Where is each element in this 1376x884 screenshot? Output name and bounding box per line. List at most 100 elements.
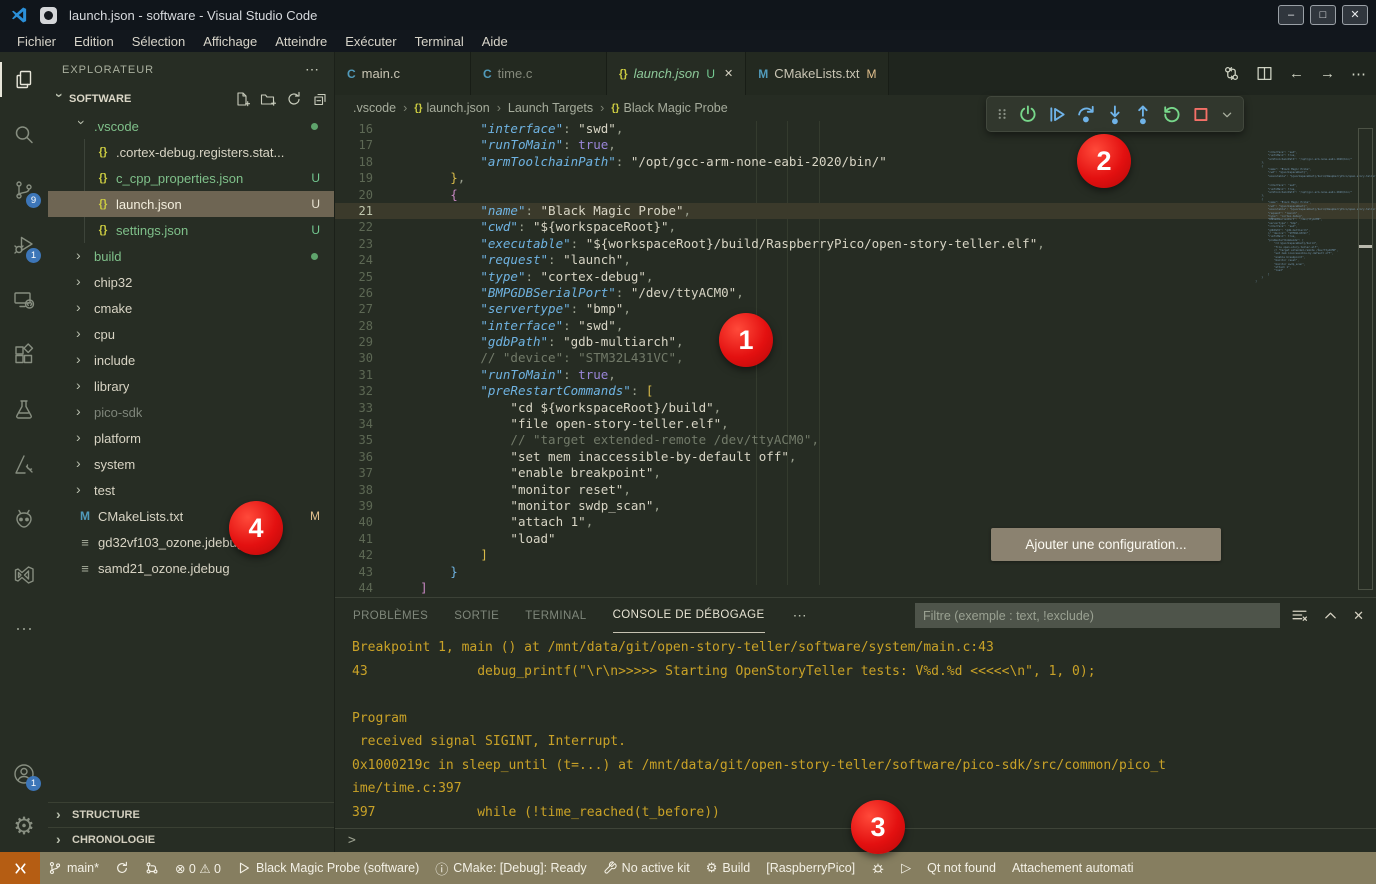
code-line-44[interactable]: 44 ] [335, 580, 1376, 596]
navigate-back-icon[interactable]: ← [1289, 65, 1304, 82]
debug-filter-input[interactable] [915, 603, 1280, 628]
section-software[interactable]: › SOFTWARE [48, 87, 334, 111]
step-over-button[interactable] [1076, 104, 1096, 125]
explorer-item-c_cpp_properties.json[interactable]: {}c_cpp_properties.jsonU [48, 165, 334, 191]
code-line-38[interactable]: 38 "monitor reset", [335, 482, 1376, 498]
more-views-icon[interactable]: ⋯ [0, 602, 48, 657]
test-beaker-icon[interactable] [0, 382, 48, 437]
explorer-item-settings.json[interactable]: {}settings.jsonU [48, 217, 334, 243]
code-line-36[interactable]: 36 "set mem inaccessible-by-default off"… [335, 449, 1376, 465]
code-line-43[interactable]: 43 } [335, 564, 1376, 580]
tab-launch.json[interactable]: {}launch.jsonU✕ [607, 52, 746, 95]
new-file-icon[interactable] [234, 91, 250, 107]
add-configuration-button[interactable]: Ajouter une configuration... [991, 528, 1221, 561]
code-line-35[interactable]: 35 // "target extended-remote /dev/ttyAC… [335, 432, 1376, 448]
explorer-item-.vscode[interactable]: ›.vscode [48, 113, 334, 139]
code-line-29[interactable]: 29 "gdbPath": "gdb-multiarch", [335, 334, 1376, 350]
code-line-30[interactable]: 30 // "device": "STM32L431VC", [335, 350, 1376, 366]
code-line-27[interactable]: 27 "servertype": "bmp", [335, 301, 1376, 317]
tab-time.c[interactable]: Ctime.c [471, 52, 607, 95]
status-git-graph[interactable] [137, 852, 167, 884]
clear-console-icon[interactable] [1291, 607, 1308, 624]
code-line-23[interactable]: 23 "executable": "${workspaceRoot}/build… [335, 236, 1376, 252]
close-icon[interactable]: ✕ [724, 67, 733, 80]
code-line-26[interactable]: 26 "BMPGDBSerialPort": "/dev/ttyACM0", [335, 285, 1376, 301]
code-line-24[interactable]: 24 "request": "launch", [335, 252, 1376, 268]
code-line-25[interactable]: 25 "type": "cortex-debug", [335, 269, 1376, 285]
source-control-icon[interactable]: 9 [0, 162, 48, 217]
code-line-19[interactable]: 19 }, [335, 170, 1376, 186]
refresh-icon[interactable] [286, 91, 302, 107]
editor-scrollbar[interactable] [1358, 128, 1373, 590]
code-line-18[interactable]: 18 "armToolchainPath": "/opt/gcc-arm-non… [335, 154, 1376, 170]
maximize-panel-icon[interactable] [1323, 608, 1338, 623]
status-build[interactable]: ⚙Build [698, 852, 758, 884]
debug-console-output[interactable]: Breakpoint 1, main () at /mnt/data/git/o… [335, 636, 1376, 824]
code-line-32[interactable]: 32 "preRestartCommands": [ [335, 383, 1376, 399]
breadcrumb-config[interactable]: Black Magic Probe [623, 101, 727, 115]
chevron-down-icon[interactable] [1220, 107, 1234, 122]
code-line-33[interactable]: 33 "cd ${workspaceRoot}/build", [335, 400, 1376, 416]
status-variant[interactable]: [RaspberryPico] [758, 852, 863, 884]
new-folder-icon[interactable] [260, 91, 276, 107]
step-into-button[interactable] [1105, 104, 1125, 125]
extensions-icon[interactable] [0, 327, 48, 382]
explorer-item-include[interactable]: ›include [48, 347, 334, 373]
menu-item-aide[interactable]: Aide [473, 34, 517, 49]
panel-tab-CONSOLE DE DÉBOGAGE[interactable]: CONSOLE DE DÉBOGAGE [613, 598, 765, 633]
explorer-item-library[interactable]: ›library [48, 373, 334, 399]
close-panel-icon[interactable]: ✕ [1353, 608, 1364, 624]
alien-debugger-icon[interactable] [0, 492, 48, 547]
section-chronologie[interactable]: ›CHRONOLOGIE [48, 827, 334, 852]
code-line-39[interactable]: 39 "monitor swdp_scan", [335, 498, 1376, 514]
status-bug[interactable] [863, 852, 893, 884]
explorer-item-platform[interactable]: ›platform [48, 425, 334, 451]
vs-logo-icon[interactable] [0, 547, 48, 602]
search-icon[interactable] [0, 107, 48, 162]
power-button[interactable] [1018, 104, 1038, 125]
minimize-button[interactable]: – [1278, 5, 1304, 25]
menu-item-affichage[interactable]: Affichage [194, 34, 266, 49]
section-structure[interactable]: ›STRUCTURE [48, 802, 334, 827]
panel-tab-TERMINAL[interactable]: TERMINAL [525, 598, 586, 633]
code-line-28[interactable]: 28 "interface": "swd", [335, 318, 1376, 334]
explorer-item-test[interactable]: ›test [48, 477, 334, 503]
status-remote[interactable] [0, 852, 40, 884]
status-problems[interactable]: ⊗ 0 ⚠ 0 [167, 852, 229, 884]
step-out-button[interactable] [1133, 104, 1153, 125]
run-debug-icon[interactable]: 1 [0, 217, 48, 272]
status-qt[interactable]: Qt not found [919, 852, 1004, 884]
explorer-item-cpu[interactable]: ›cpu [48, 321, 334, 347]
menu-item-atteindre[interactable]: Atteindre [266, 34, 336, 49]
open-changes-icon[interactable] [1223, 65, 1240, 82]
explorer-item-launch.json[interactable]: {}launch.jsonU [48, 191, 334, 217]
status-cmake-status[interactable]: ⓘCMake: [Debug]: Ready [427, 852, 594, 884]
tab-CMakeLists.txt[interactable]: MCMakeLists.txtM [746, 52, 889, 95]
maximize-button[interactable]: □ [1310, 5, 1336, 25]
status-launch[interactable]: ▷ [893, 852, 919, 884]
account-icon[interactable]: 1 [0, 748, 48, 800]
cmake-tools-icon[interactable] [0, 437, 48, 492]
settings-gear-icon[interactable]: ⚙ [0, 800, 48, 852]
breadcrumb-symbol[interactable]: Launch Targets [508, 101, 593, 115]
explorer-item-cmake[interactable]: ›cmake [48, 295, 334, 321]
status-kit[interactable]: No active kit [595, 852, 698, 884]
breadcrumb-file[interactable]: launch.json [426, 101, 489, 115]
explorer-item-CMakeLists.txt[interactable]: MCMakeLists.txtM [48, 503, 334, 529]
status-sync[interactable] [107, 852, 137, 884]
menu-item-terminal[interactable]: Terminal [406, 34, 473, 49]
continue-button[interactable] [1047, 104, 1067, 125]
panel-tab-SORTIE[interactable]: SORTIE [454, 598, 499, 633]
status-auto-attach[interactable]: Attachement automati [1004, 852, 1142, 884]
code-line-31[interactable]: 31 "runToMain": true, [335, 367, 1376, 383]
collapse-all-icon[interactable] [312, 91, 328, 107]
panel-tab-PROBLÈMES[interactable]: PROBLÈMES [353, 598, 428, 633]
explorer-more-icon[interactable]: ⋯ [305, 61, 320, 78]
breadcrumb-folder[interactable]: .vscode [353, 101, 396, 115]
editor-more-actions-icon[interactable]: ⋯ [1351, 65, 1366, 83]
code-line-21[interactable]: 21 "name": "Black Magic Probe", [335, 203, 1376, 219]
explorer-item-pico-sdk[interactable]: ›pico-sdk [48, 399, 334, 425]
code-line-20[interactable]: 20 { [335, 187, 1376, 203]
explorer-icon[interactable] [0, 52, 48, 107]
split-editor-icon[interactable] [1256, 65, 1273, 82]
